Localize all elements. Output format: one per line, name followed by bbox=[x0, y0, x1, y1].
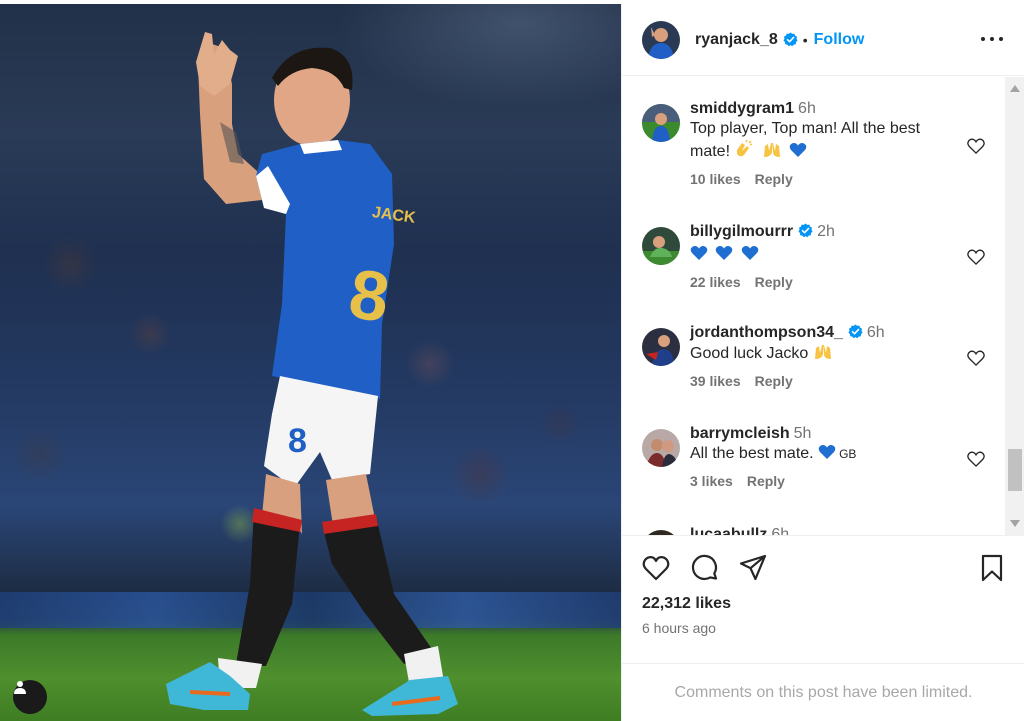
author-avatar[interactable] bbox=[642, 20, 680, 59]
comment-item: smiddygram1 6h Top player, Top man! All t… bbox=[642, 100, 1002, 200]
like-comment-heart-icon[interactable] bbox=[966, 449, 986, 469]
clapping-hands-emoji bbox=[737, 140, 753, 157]
blue-heart-emoji bbox=[741, 246, 759, 260]
comment-item: barrymcleish 5h All the best mate. GB 3 l… bbox=[642, 425, 1002, 505]
comments-list[interactable]: smiddygram1 6h Top player, Top man! All t… bbox=[622, 77, 1024, 535]
comment-item: billygilmourrr 2h 22 likes Reply bbox=[642, 223, 1002, 303]
post-side-panel: ryanjack_8 • Follow smiddygram1 6h Top pl… bbox=[621, 4, 1024, 721]
comment-item: jordanthompson34_ 6h Good luck Jacko 39 l… bbox=[642, 324, 1002, 404]
bookmark-icon[interactable] bbox=[977, 553, 1007, 583]
blue-heart-emoji bbox=[818, 445, 836, 459]
comments-limited-notice: Comments on this post have been limited. bbox=[622, 663, 1024, 721]
comments-scrollbar[interactable] bbox=[1005, 77, 1024, 535]
comment-time: 6h bbox=[866, 324, 885, 341]
verified-icon bbox=[783, 32, 798, 47]
reply-button[interactable]: Reply bbox=[755, 373, 793, 389]
post-timestamp[interactable]: 6 hours ago bbox=[642, 620, 716, 636]
comment-likes[interactable]: 10 likes bbox=[690, 171, 741, 187]
comment-time: 6h bbox=[798, 100, 816, 117]
post-likes-count[interactable]: 22,312 likes bbox=[642, 595, 731, 613]
comment-likes[interactable]: 3 likes bbox=[690, 473, 733, 489]
like-comment-heart-icon[interactable] bbox=[966, 348, 986, 368]
blue-heart-emoji bbox=[790, 143, 807, 157]
post-photo[interactable]: 8 JACK 8 bbox=[0, 4, 621, 721]
commenter-avatar[interactable] bbox=[642, 429, 680, 467]
comments-limited-text: Comments on this post have been limited. bbox=[674, 683, 973, 701]
commenter-username[interactable]: smiddygram1 bbox=[690, 100, 794, 117]
commenter-username[interactable]: lucaabullz bbox=[690, 526, 767, 535]
post-header: ryanjack_8 • Follow bbox=[622, 4, 1024, 76]
scroll-down-arrow-icon[interactable] bbox=[1010, 520, 1020, 527]
comment-text bbox=[690, 244, 950, 266]
comment-likes[interactable]: 22 likes bbox=[690, 274, 741, 290]
comment-text: All the best mate. GB bbox=[690, 445, 857, 462]
svg-text:8: 8 bbox=[288, 422, 307, 460]
like-comment-heart-icon[interactable] bbox=[966, 247, 986, 267]
commenter-username[interactable]: billygilmourrr bbox=[690, 223, 793, 240]
reply-button[interactable]: Reply bbox=[747, 473, 785, 489]
more-options-button[interactable] bbox=[981, 30, 1003, 48]
comment-time: 2h bbox=[817, 223, 835, 240]
blue-heart-emoji bbox=[690, 246, 708, 260]
verified-icon bbox=[798, 223, 813, 238]
scroll-thumb[interactable] bbox=[1008, 449, 1022, 491]
like-comment-heart-icon[interactable] bbox=[966, 136, 986, 156]
comment-item: lucaabullz 6h bbox=[642, 526, 1002, 535]
commenter-username[interactable]: jordanthompson34_ bbox=[690, 324, 843, 341]
reply-button[interactable]: Reply bbox=[755, 274, 793, 290]
commenter-avatar[interactable] bbox=[642, 104, 680, 142]
more-icon bbox=[981, 37, 985, 41]
comment-icon[interactable] bbox=[690, 553, 720, 583]
like-heart-icon[interactable] bbox=[641, 553, 671, 583]
comment-likes[interactable]: 39 likes bbox=[690, 373, 741, 389]
player-figure: 8 JACK 8 bbox=[166, 32, 458, 716]
comment-time: 5h bbox=[793, 425, 812, 442]
commenter-avatar[interactable] bbox=[642, 328, 680, 366]
verified-icon bbox=[848, 324, 863, 339]
commenter-username[interactable]: barrymcleish bbox=[690, 425, 790, 442]
follow-button[interactable]: Follow bbox=[814, 31, 865, 49]
user-icon bbox=[14, 681, 26, 694]
tagged-users-button[interactable] bbox=[13, 680, 47, 714]
comment-time: 6h bbox=[771, 526, 790, 535]
raising-hands-emoji bbox=[814, 345, 831, 359]
separator-dot: • bbox=[802, 31, 808, 48]
raising-hands-emoji bbox=[763, 143, 780, 157]
author-username[interactable]: ryanjack_8 bbox=[695, 31, 778, 49]
comment-text: Good luck Jacko bbox=[690, 342, 950, 365]
post-actions: 22,312 likes 6 hours ago bbox=[622, 535, 1024, 663]
commenter-avatar[interactable] bbox=[642, 227, 680, 265]
scroll-up-arrow-icon[interactable] bbox=[1010, 85, 1020, 92]
comment-text: Top player, Top man! All the best mate! bbox=[690, 120, 921, 160]
blue-heart-emoji bbox=[716, 246, 733, 260]
reply-button[interactable]: Reply bbox=[755, 171, 793, 187]
share-icon[interactable] bbox=[738, 553, 768, 583]
